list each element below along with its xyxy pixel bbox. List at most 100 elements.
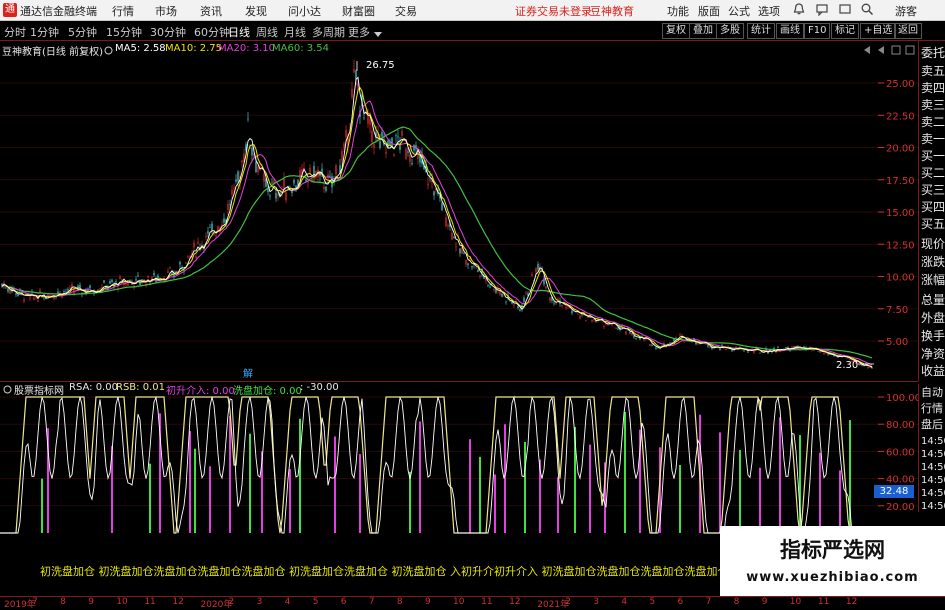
chart-nav-icons[interactable] [862, 45, 916, 58]
date-label: 11 [817, 597, 830, 607]
menu-market[interactable]: 市场 [155, 3, 177, 19]
price-bar [571, 310, 573, 314]
period-tab[interactable]: 多周期 [312, 24, 345, 40]
date-axis: 2019年 7 8 9 10 11 12 2020年 2 3 4 5 6 7 8 9 10 11 12 2021年 2 3… [0, 596, 945, 610]
menu-ask[interactable]: 问小达 [288, 3, 321, 19]
period-tab[interactable]: 1分钟 [30, 24, 59, 40]
date-label: 7 [32, 597, 38, 607]
price-bar [721, 344, 723, 346]
quote-item: 买一 [921, 149, 945, 163]
price-bar [525, 292, 527, 294]
menu-layout[interactable]: 版面 [698, 3, 720, 19]
price-bar [759, 352, 761, 354]
candlestick-chart[interactable]: 25.00 22.50 20.00 17.50 15.00 12.50 10.00 7.50 5… [0, 41, 918, 381]
price-bar [493, 289, 495, 291]
period-tab[interactable]: 分时 [4, 24, 26, 40]
menu-news[interactable]: 资讯 [200, 3, 222, 19]
auto-quote-panel: 自动 行情 盘后 14:50 14:50 14:50 14:50 14:50 1… [918, 384, 945, 512]
date-label: 12 [845, 597, 858, 607]
indicator-tick-label: 20.00 [886, 502, 915, 513]
price-bar [471, 265, 473, 268]
bell-icon[interactable] [792, 2, 806, 16]
menu-discover[interactable]: 发现 [245, 3, 267, 19]
search-icon[interactable] [860, 2, 874, 16]
quote-item: 卖二 [921, 115, 945, 129]
panel2-item[interactable]: 盘后 [921, 418, 943, 432]
price-bar [109, 281, 111, 284]
user-guest[interactable]: 游客 [895, 3, 917, 19]
event-marker[interactable]: 解 [243, 367, 253, 380]
settings-icon[interactable] [104, 45, 113, 58]
back-button[interactable]: 返回 [894, 23, 922, 39]
price-bar [817, 351, 819, 352]
price-bar [169, 267, 171, 269]
price-bar [561, 304, 563, 306]
ma10-label: MA10: 2.75 [165, 43, 223, 54]
price-bar [413, 144, 415, 151]
price-bar [237, 171, 239, 181]
price-bar [633, 335, 635, 338]
watermark-badge: 指标严选网 www.xuezhibiao.com [720, 526, 945, 598]
message-icon[interactable] [815, 2, 829, 17]
menu-function[interactable]: 功能 [667, 3, 689, 19]
period-tab[interactable]: 月线 [284, 24, 306, 40]
period-toolbar: 分时 1分钟 5分钟 15分钟 30分钟 60分钟 日线 周线 月线 多周期 更… [0, 21, 945, 41]
period-tab[interactable]: 周线 [256, 24, 278, 40]
signal-text-strip: 初洗盘加仓 初洗盘加仓洗盘加仓洗盘加仓洗盘加仓 初洗盘加仓洗盘加仓 初洗盘加仓 … [0, 547, 720, 595]
indicator-name[interactable]: 股票指标网 [14, 382, 64, 397]
price-bar [255, 161, 257, 173]
price-bar [827, 353, 829, 355]
login-warning[interactable]: 证券交易未登录 [515, 3, 592, 19]
period-tab[interactable]: 30分钟 [150, 24, 186, 40]
period-tab[interactable]: 更多 [348, 24, 370, 40]
price-bar [179, 261, 181, 265]
panel2-time: 14:50 [921, 436, 945, 447]
price-bar [271, 182, 273, 184]
chevron-down-icon[interactable] [374, 28, 382, 41]
window-icon[interactable] [838, 2, 852, 16]
panel2-item[interactable]: 行情 [921, 402, 943, 416]
date-label: 11 [481, 597, 493, 607]
price-bar [211, 223, 213, 232]
indicator-chart[interactable]: 100.00 80.00 60.00 40.00 20.00 股票指标网 RSA: 0.… [0, 381, 921, 547]
period-tab[interactable]: 60分钟 [194, 24, 230, 40]
price-bar [587, 316, 589, 318]
period-tab[interactable]: 5分钟 [68, 24, 97, 40]
menu-options[interactable]: 选项 [758, 3, 780, 19]
price-bar [63, 291, 65, 292]
price-tick-label: 20.00 [886, 144, 915, 155]
price-bar [135, 279, 137, 281]
price-bar [429, 174, 431, 176]
panel2-item[interactable]: 自动 [921, 386, 943, 400]
price-bar [631, 333, 633, 336]
menu-quotes[interactable]: 行情 [112, 3, 134, 19]
f10-button[interactable]: F10 [804, 23, 831, 39]
price-bar [719, 348, 721, 351]
menu-formula[interactable]: 公式 [728, 3, 750, 19]
overlay-button[interactable]: 叠加 [689, 23, 717, 39]
adjust-button[interactable]: 复权 [662, 23, 690, 39]
quote-item[interactable]: 委托 [921, 45, 945, 61]
price-bar [391, 137, 393, 147]
price-bar [233, 187, 235, 189]
price-bar [363, 117, 365, 119]
menu-wealth[interactable]: 财富圈 [342, 3, 375, 19]
period-tab[interactable]: 15分钟 [106, 24, 142, 40]
menu-trade[interactable]: 交易 [395, 3, 417, 19]
multi-stock-button[interactable]: 多股 [716, 23, 744, 39]
price-bar [37, 300, 39, 302]
stats-button[interactable]: 统计 [747, 23, 775, 39]
quote-item: 卖三 [921, 98, 945, 112]
price-bar [39, 289, 41, 293]
period-tab-active[interactable]: 日线 [228, 24, 250, 40]
current-value-badge: 32.48 [874, 485, 914, 498]
price-bar [655, 347, 657, 349]
mark-button[interactable]: 标记 [831, 23, 859, 39]
date-label: 2 [228, 597, 235, 607]
price-bar [787, 346, 789, 349]
draw-button[interactable]: 画线 [776, 23, 804, 39]
price-bar [229, 204, 231, 205]
add-watchlist-button[interactable]: +自选 [860, 23, 897, 39]
price-bar [241, 160, 243, 163]
indicator-settings-icon[interactable] [3, 384, 12, 397]
